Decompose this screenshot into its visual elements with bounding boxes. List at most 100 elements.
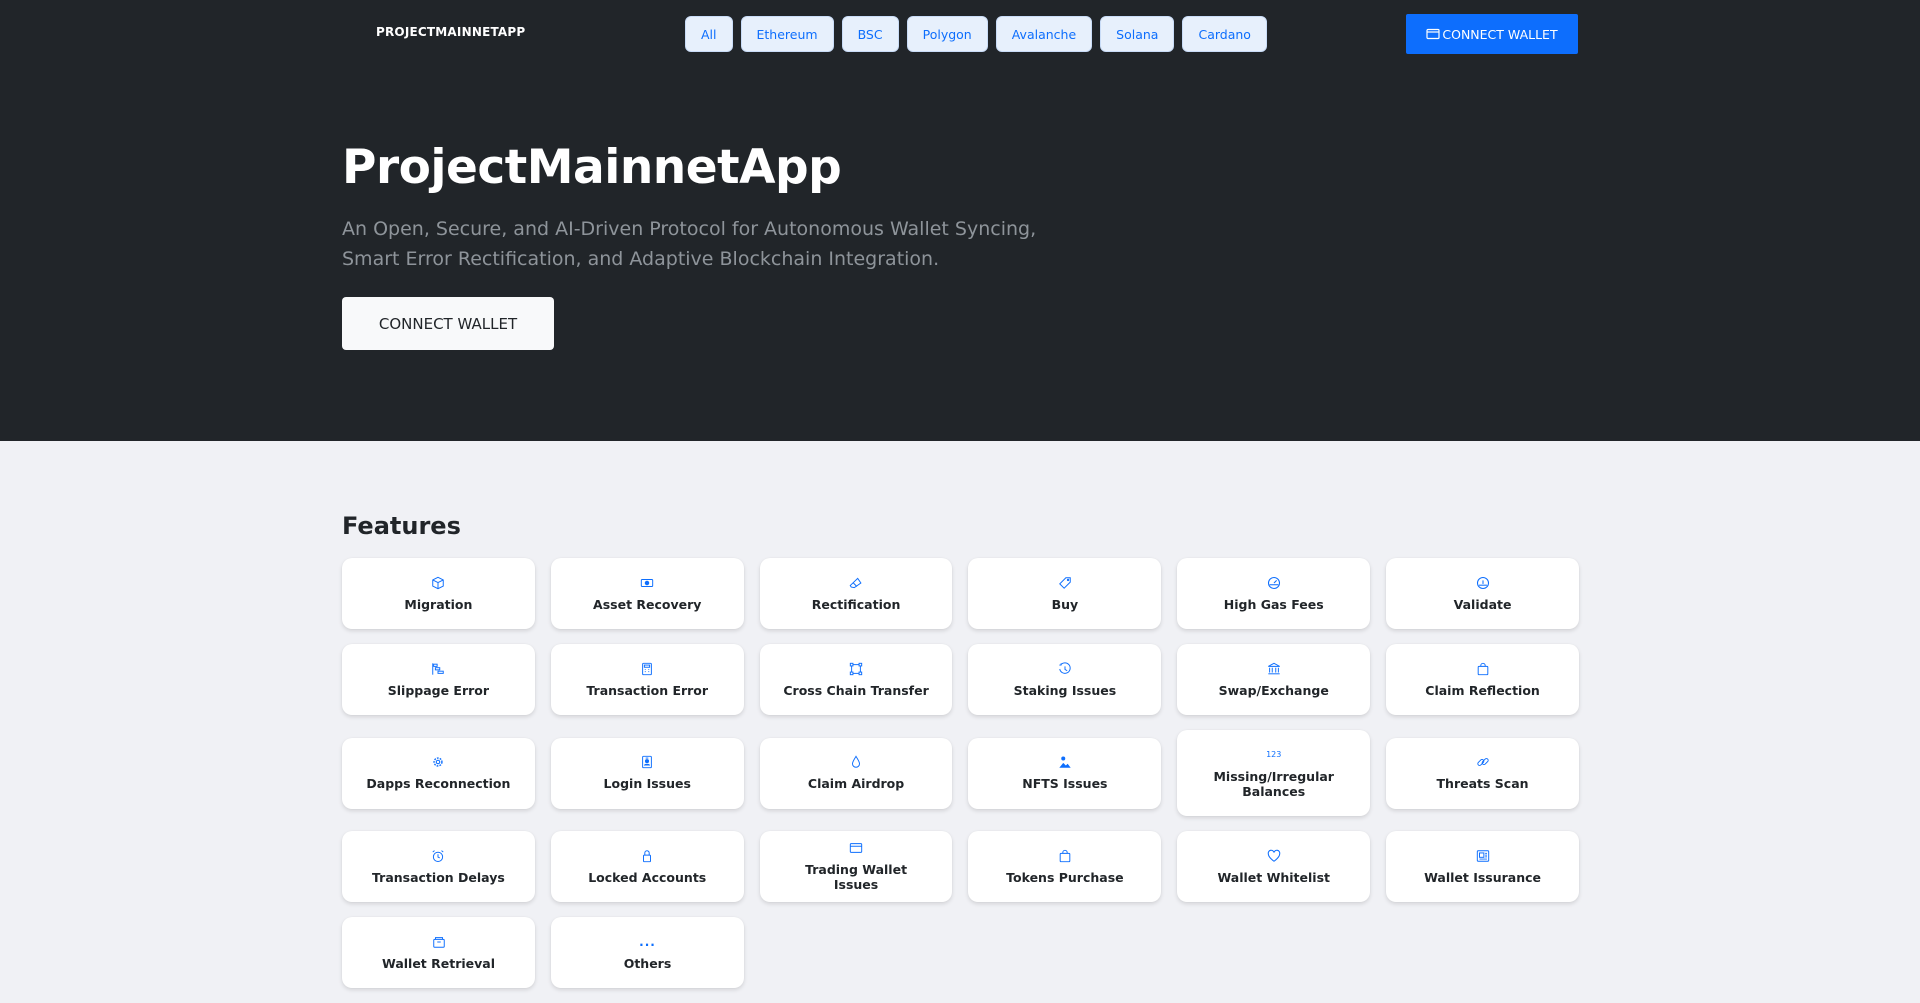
feature-label: Cross Chain Transfer bbox=[783, 682, 929, 698]
feature-card-others[interactable]: ... Others bbox=[551, 917, 744, 988]
feature-label: Tokens Purchase bbox=[1006, 869, 1124, 885]
feature-label: Claim Reflection bbox=[1425, 682, 1540, 698]
bar-steps-icon bbox=[431, 662, 445, 676]
feature-label: Swap/Exchange bbox=[1218, 682, 1329, 698]
feature-card-wallet-issurance[interactable]: Wallet Issurance bbox=[1386, 831, 1579, 902]
nav-connect-wallet-button[interactable]: CONNECT WALLET bbox=[1406, 14, 1578, 54]
chain-filter: All Ethereum BSC Polygon Avalanche Solan… bbox=[685, 16, 1267, 52]
feature-label: Migration bbox=[404, 596, 473, 612]
feature-card-dapps-reconnection[interactable]: Dapps Reconnection bbox=[342, 737, 535, 809]
feature-label: High Gas Fees bbox=[1223, 596, 1324, 612]
link-icon bbox=[1476, 755, 1490, 769]
features-row: Dapps Reconnection Login Issues Claim Ai… bbox=[342, 730, 1579, 816]
droplet-icon bbox=[849, 755, 863, 769]
feature-card-buy[interactable]: Buy bbox=[968, 558, 1162, 629]
feature-card-claim-airdrop[interactable]: Claim Airdrop bbox=[759, 737, 953, 809]
chain-filter-bsc[interactable]: BSC bbox=[841, 16, 899, 52]
feature-card-claim-reflection[interactable]: Claim Reflection bbox=[1386, 644, 1579, 715]
features-row: Transaction Delays Locked Accounts Tradi… bbox=[342, 831, 1579, 902]
feature-card-staking-issues[interactable]: Staking Issues bbox=[968, 644, 1162, 715]
brand-logo[interactable]: PROJECTMAINNETAPP bbox=[376, 25, 525, 39]
feature-card-transaction-delays[interactable]: Transaction Delays bbox=[342, 831, 535, 902]
numbers-icon: 123 bbox=[1266, 750, 1282, 759]
feature-card-high-gas-fees[interactable]: High Gas Fees bbox=[1177, 558, 1371, 629]
features-row: Slippage Error Transaction Error Cross C… bbox=[342, 644, 1579, 715]
box-icon bbox=[431, 576, 445, 590]
three-dots-icon: ... bbox=[639, 934, 656, 949]
feature-card-slippage-error[interactable]: Slippage Error bbox=[342, 644, 535, 715]
chain-filter-ethereum[interactable]: Ethereum bbox=[740, 16, 834, 52]
feature-label: Rectification bbox=[811, 596, 901, 612]
image-person-icon bbox=[1058, 755, 1072, 769]
feature-card-rectification[interactable]: Rectification bbox=[759, 558, 953, 629]
feature-label: Login Issues bbox=[603, 776, 691, 791]
wallet-icon bbox=[1426, 28, 1440, 40]
features-title: Features bbox=[342, 512, 461, 540]
feature-label: Staking Issues bbox=[1013, 682, 1117, 698]
gear-icon bbox=[431, 755, 445, 769]
speedometer-icon bbox=[1267, 576, 1281, 590]
shopping-bag-icon bbox=[1058, 849, 1072, 863]
bank-icon bbox=[1267, 662, 1281, 676]
eraser-icon bbox=[849, 576, 863, 590]
lock-icon bbox=[640, 849, 654, 863]
feature-label: Missing/Irregular Balances bbox=[1213, 768, 1334, 799]
navbar: PROJECTMAINNETAPP All Ethereum BSC Polyg… bbox=[0, 0, 1920, 68]
features-grid: Migration Asset Recovery Rectification B… bbox=[342, 558, 1579, 1003]
hero-subtitle: An Open, Secure, and AI-Driven Protocol … bbox=[342, 218, 1037, 270]
feature-label: Asset Recovery bbox=[593, 596, 702, 612]
feature-card-trading-wallet-issues[interactable]: Trading Wallet Issues bbox=[759, 831, 953, 902]
feature-label: Others bbox=[623, 955, 672, 971]
feature-card-missing-irregular-balances[interactable]: 123 Missing/Irregular Balances bbox=[1177, 730, 1371, 816]
chain-filter-all[interactable]: All bbox=[685, 16, 733, 52]
nav-connect-wallet-label: CONNECT WALLET bbox=[1442, 26, 1558, 42]
feature-label: Claim Airdrop bbox=[807, 776, 905, 791]
feature-label: Slippage Error bbox=[387, 682, 490, 698]
alarm-icon bbox=[431, 849, 445, 863]
feature-card-tokens-purchase[interactable]: Tokens Purchase bbox=[968, 831, 1162, 902]
feature-card-swap-exchange[interactable]: Swap/Exchange bbox=[1177, 644, 1371, 715]
features-row: Migration Asset Recovery Rectification B… bbox=[342, 558, 1579, 629]
feature-card-login-issues[interactable]: Login Issues bbox=[550, 737, 744, 809]
tag-icon bbox=[1058, 576, 1072, 590]
clock-history-icon bbox=[1058, 661, 1072, 676]
feature-label: Dapps Reconnection bbox=[366, 776, 511, 791]
chain-filter-polygon[interactable]: Polygon bbox=[906, 16, 988, 52]
heart-icon bbox=[1267, 849, 1281, 863]
receipt-icon bbox=[1476, 849, 1490, 863]
chain-filter-avalanche[interactable]: Avalanche bbox=[995, 16, 1093, 52]
feature-label: Transaction Delays bbox=[372, 869, 505, 885]
hero-section: PROJECTMAINNETAPP All Ethereum BSC Polyg… bbox=[0, 0, 1920, 441]
feature-label: Trading Wallet Issues bbox=[805, 862, 908, 892]
feature-label: Threats Scan bbox=[1436, 776, 1529, 791]
wallet-icon bbox=[849, 841, 863, 855]
archive-icon bbox=[432, 935, 446, 949]
feature-card-wallet-whitelist[interactable]: Wallet Whitelist bbox=[1177, 831, 1371, 902]
feature-label: Locked Accounts bbox=[588, 869, 707, 885]
feature-label: Wallet Whitelist bbox=[1217, 869, 1330, 885]
cash-icon bbox=[640, 576, 654, 590]
feature-card-migration[interactable]: Migration bbox=[342, 558, 535, 629]
chain-filter-cardano[interactable]: Cardano bbox=[1182, 16, 1267, 52]
feature-card-transaction-error[interactable]: Transaction Error bbox=[550, 644, 744, 715]
feature-card-threats-scan[interactable]: Threats Scan bbox=[1386, 737, 1579, 809]
feature-label: NFTS Issues bbox=[1022, 776, 1108, 791]
feature-card-nfts-issues[interactable]: NFTS Issues bbox=[968, 737, 1162, 809]
feature-card-validate[interactable]: Validate bbox=[1386, 558, 1579, 629]
feature-label: Transaction Error bbox=[586, 682, 709, 698]
hero-connect-wallet-button[interactable]: CONNECT WALLET bbox=[342, 297, 554, 350]
chain-filter-solana[interactable]: Solana bbox=[1100, 16, 1175, 52]
calculator-icon bbox=[640, 662, 654, 676]
feature-card-locked-accounts[interactable]: Locked Accounts bbox=[550, 831, 744, 902]
feature-card-wallet-retrieval[interactable]: Wallet Retrieval bbox=[342, 917, 535, 988]
page-title: ProjectMainnetApp bbox=[342, 140, 842, 195]
feature-card-asset-recovery[interactable]: Asset Recovery bbox=[550, 558, 744, 629]
bounding-box-icon bbox=[849, 662, 863, 676]
feature-label: Wallet Issurance bbox=[1424, 869, 1542, 885]
gauge-icon bbox=[1476, 576, 1490, 590]
feature-label: Wallet Retrieval bbox=[381, 955, 496, 971]
features-row: Wallet Retrieval ... Others bbox=[342, 917, 1579, 988]
feature-label: Validate bbox=[1453, 596, 1512, 612]
feature-card-cross-chain-transfer[interactable]: Cross Chain Transfer bbox=[759, 644, 953, 715]
feature-label: Buy bbox=[1051, 596, 1079, 612]
